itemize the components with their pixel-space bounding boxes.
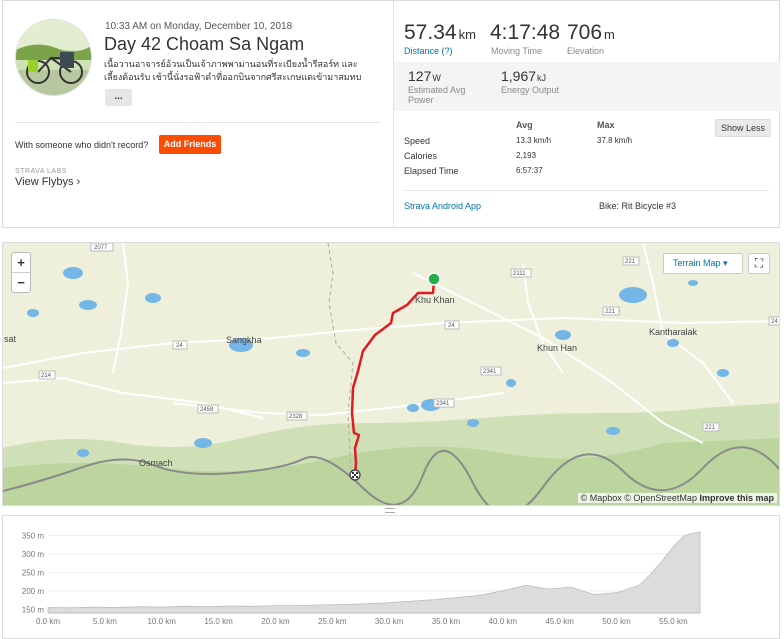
add-friends-button[interactable]: Add Friends bbox=[159, 135, 221, 154]
activity-title[interactable]: Day 42 Choam Sa Ngam bbox=[104, 34, 304, 55]
place-label: sat bbox=[4, 334, 17, 344]
place-label: Khun Han bbox=[537, 343, 577, 353]
x-tick-label: 40.0 km bbox=[489, 617, 518, 626]
activity-summary-card: 10:33 AM on Monday, December 10, 2018 Da… bbox=[2, 0, 781, 228]
map-style-dropdown[interactable]: Terrain Map ▾ bbox=[663, 253, 743, 274]
road-label: 24 bbox=[448, 323, 455, 329]
x-tick-label: 50.0 km bbox=[602, 617, 631, 626]
x-tick-label: 45.0 km bbox=[545, 617, 574, 626]
x-tick-label: 0.0 km bbox=[36, 617, 60, 626]
place-label: Sangkha bbox=[226, 335, 262, 345]
elapsed-time-avg: 6:57:37 bbox=[516, 166, 543, 175]
energy-value: 1,967 bbox=[501, 68, 537, 84]
divider bbox=[15, 122, 381, 123]
road-label: 2341 bbox=[436, 401, 450, 407]
power-value: 127 bbox=[408, 68, 432, 84]
road-label: 214 bbox=[41, 373, 52, 379]
road-label: 2328 bbox=[289, 414, 303, 420]
elevation-chart[interactable]: 350 m 300 m 250 m 200 m 150 m 0.0 km 5.0 km 10.… bbox=[3, 516, 781, 638]
x-tick-label: 25.0 km bbox=[318, 617, 347, 626]
y-tick-label: 350 m bbox=[22, 531, 45, 540]
map-attribution: © Mapbox © OpenStreetMap Improve this ma… bbox=[577, 493, 777, 503]
start-marker[interactable] bbox=[427, 272, 441, 286]
attribution-text[interactable]: © Mapbox © OpenStreetMap bbox=[581, 493, 697, 503]
place-label: Kantharalak bbox=[649, 327, 698, 337]
speed-avg: 13.3 km/h bbox=[516, 136, 552, 145]
road-label: 2458 bbox=[200, 407, 214, 413]
elevation-value: 706 bbox=[567, 21, 603, 44]
calories-avg: 2,193 bbox=[516, 151, 537, 160]
map-canvas[interactable]: Khu Khan Sangkha Khun Han Kantharalak Os… bbox=[3, 243, 780, 506]
bike-info: Bike: Rit Bicycle #3 bbox=[599, 201, 677, 211]
elevation-stat: 706 m bbox=[567, 21, 615, 45]
road-label: 24 bbox=[771, 319, 778, 325]
distance-value: 57.34 bbox=[404, 21, 457, 44]
moving-time-value: 4:17:48 bbox=[490, 21, 561, 44]
route-map[interactable]: Khu Khan Sangkha Khun Han Kantharalak Os… bbox=[2, 242, 780, 506]
road-label: 24 bbox=[176, 343, 183, 349]
x-tick-label: 15.0 km bbox=[204, 617, 233, 626]
power-unit: W bbox=[432, 73, 441, 83]
max-column-header: Max bbox=[597, 120, 615, 130]
y-tick-label: 200 m bbox=[22, 587, 45, 596]
y-tick-label: 300 m bbox=[22, 550, 45, 559]
x-tick-label: 55.0 km bbox=[659, 617, 688, 626]
activity-timestamp: 10:33 AM on Monday, December 10, 2018 bbox=[105, 21, 293, 32]
record-question: With someone who didn't record? bbox=[15, 140, 149, 150]
road-label: 221 bbox=[705, 425, 716, 431]
zoom-in-button[interactable]: + bbox=[12, 253, 30, 273]
x-tick-label: 30.0 km bbox=[375, 617, 404, 626]
view-flybys-link[interactable]: View Flybys › bbox=[15, 176, 80, 188]
road-label: 2341 bbox=[483, 369, 497, 375]
road-label: 2111 bbox=[513, 271, 526, 277]
x-tick-label: 20.0 km bbox=[261, 617, 290, 626]
activity-description: เนื้อวานอาจารย์อ้วนเป็นเจ้าภาพพามานอนที่… bbox=[104, 59, 362, 82]
y-tick-label: 150 m bbox=[22, 605, 45, 614]
improve-map-link[interactable]: Improve this map bbox=[699, 493, 774, 503]
moving-time-label: Moving Time bbox=[491, 46, 543, 56]
resize-handle[interactable] bbox=[385, 508, 395, 513]
speed-label: Speed bbox=[404, 136, 431, 146]
energy-unit: kJ bbox=[537, 73, 547, 83]
show-less-button[interactable]: Show Less bbox=[715, 119, 771, 137]
elevation-label: Elevation bbox=[567, 46, 605, 56]
avg-column-header: Avg bbox=[516, 120, 533, 130]
speed-max: 37.8 km/h bbox=[597, 136, 633, 145]
activity-photo[interactable] bbox=[15, 19, 92, 96]
elevation-profile[interactable]: 350 m 300 m 250 m 200 m 150 m 0.0 km 5.0 km 10.… bbox=[2, 515, 780, 639]
fullscreen-icon[interactable]: ⛶ bbox=[748, 253, 770, 274]
calories-label: Calories bbox=[404, 151, 438, 161]
road-label: 221 bbox=[605, 309, 616, 315]
moving-time-stat: 4:17:48 bbox=[490, 21, 560, 45]
place-label: Khu Khan bbox=[415, 295, 455, 305]
x-tick-label: 5.0 km bbox=[93, 617, 117, 626]
energy-stat: 1,967kJ bbox=[501, 68, 546, 84]
road-label: 2077 bbox=[94, 245, 108, 251]
power-label: Estimated Avg Power bbox=[408, 85, 466, 105]
distance-unit: km bbox=[458, 27, 476, 42]
elevation-unit: m bbox=[604, 27, 615, 42]
power-stat: 127W bbox=[408, 68, 441, 84]
y-tick-label: 250 m bbox=[22, 568, 45, 577]
distance-label[interactable]: Distance (?) bbox=[404, 46, 453, 56]
device-link[interactable]: Strava Android App bbox=[404, 201, 481, 211]
elapsed-time-label: Elapsed Time bbox=[404, 166, 459, 176]
x-tick-label: 35.0 km bbox=[432, 617, 461, 626]
place-label: Osmach bbox=[139, 458, 173, 468]
road-label: 221 bbox=[625, 259, 636, 265]
strava-labs-label: STRAVA LABS bbox=[15, 168, 67, 175]
distance-stat: 57.34 km bbox=[404, 21, 476, 45]
activity-stats-panel: 57.34 km Distance (?) 4:17:48 Moving Time… bbox=[393, 1, 781, 227]
more-options-button[interactable]: ... bbox=[105, 89, 132, 106]
zoom-control: + − bbox=[11, 252, 31, 293]
x-tick-label: 10.0 km bbox=[147, 617, 176, 626]
divider bbox=[404, 190, 769, 191]
zoom-out-button[interactable]: − bbox=[12, 273, 30, 293]
energy-label: Energy Output bbox=[501, 85, 560, 95]
activity-info-panel: 10:33 AM on Monday, December 10, 2018 Da… bbox=[3, 1, 393, 227]
